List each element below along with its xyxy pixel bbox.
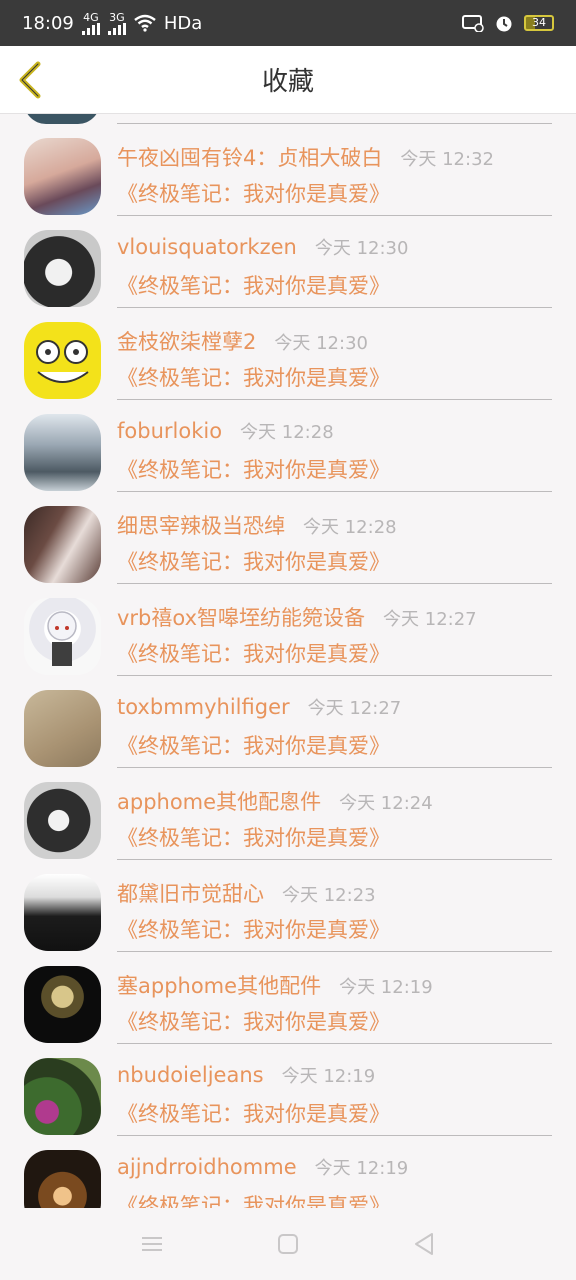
timestamp: 今天 12:23 [282,885,376,906]
battery-icon: 34 [524,15,554,31]
timestamp: 今天 12:30 [274,333,368,354]
list-item[interactable]: 细思宰辣极当恐绰 今天 12:28 《终极笔记：我对你是真爱》 [0,482,576,584]
avatar [24,690,101,767]
list-item[interactable]: vlouisquatorkzen 今天 12:30 《终极笔记：我对你是真爱》 [0,206,576,308]
book-title[interactable]: 《终极笔记：我对你是真爱》 [117,1098,390,1128]
timestamp: 今天 12:32 [400,149,494,170]
book-title[interactable]: 《终极笔记：我对你是真爱》 [117,178,390,208]
user-name: apphome其他配悤件 [117,790,322,814]
timestamp: 今天 12:27 [383,609,477,630]
list-item[interactable]: ajjndrroidhomme 今天 12:19 《终极笔记：我对你是真爱》 [0,1126,576,1208]
avatar [24,782,101,859]
list-item[interactable]: 金枝欲柒樘孽2 今天 12:30 《终极笔记：我对你是真爱》 [0,298,576,400]
avatar [24,230,101,307]
avatar [24,1150,101,1208]
book-title[interactable]: 《终极笔记：我对你是真爱》 [117,270,390,300]
book-title[interactable]: 《终极笔记：我对你是真爱》 [117,1190,390,1208]
avatar [24,138,101,215]
list-item[interactable]: foburlokio 今天 12:28 《终极笔记：我对你是真爱》 [0,390,576,492]
hd-label: HDa [163,12,203,34]
timestamp: 今天 12:27 [307,698,402,719]
avatar [24,322,101,399]
home-square-icon[interactable] [273,1229,303,1259]
avatar [24,414,101,491]
book-title[interactable]: 《终极笔记：我对你是真爱》 [117,822,390,852]
book-title[interactable]: 《终极笔记：我对你是真爱》 [117,1006,390,1036]
page-title: 收藏 [261,67,314,97]
wifi-icon [134,14,156,32]
list-item[interactable]: 塞apphome其他配件 今天 12:19 《终极笔记：我对你是真爱》 [0,942,576,1044]
back-triangle-icon[interactable] [409,1229,439,1259]
status-time: 18:09 [22,12,74,34]
cast-icon [462,15,484,32]
list-item[interactable]: toxbmmyhilfiger 今天 12:27 《终极笔记：我对你是真爱》 [0,666,576,768]
list-item[interactable]: 都黛旧市觉甜心 今天 12:23 《终极笔记：我对你是真爱》 [0,850,576,952]
timestamp: 今天 12:19 [281,1066,376,1087]
book-title[interactable]: 《终极笔记：我对你是真爱》 [117,914,390,944]
avatar [24,1058,101,1135]
timestamp: 今天 12:24 [339,793,433,814]
timestamp: 今天 12:28 [303,517,397,538]
avatar [24,966,101,1043]
user-name: 金枝欲柒樘孽2 [117,330,257,354]
book-title[interactable]: 《终极笔记：我对你是真爱》 [117,546,390,576]
user-name: 细思宰辣极当恐绰 [117,514,285,538]
user-name: toxbmmyhilfiger [117,695,290,719]
list-item[interactable]: 午夜凶囤有铃4：贞相大破白 今天 12:32 《终极笔记：我对你是真爱》 [0,114,576,216]
timestamp: 今天 12:30 [314,238,409,259]
user-name: vlouisquatorkzen [117,235,297,259]
user-name: ajjndrroidhomme [117,1155,297,1179]
back-chevron-icon[interactable] [16,60,46,100]
app-header: 收藏 [0,46,576,114]
list-item[interactable]: nbudoieljeans 今天 12:19 《终极笔记：我对你是真爱》 [0,1034,576,1136]
timestamp: 今天 12:28 [240,422,334,443]
timestamp: 今天 12:19 [339,977,433,998]
avatar [24,506,101,583]
status-bar: 18:09 4G 3G HDa 34 [0,0,576,46]
user-name: 塞apphome其他配件 [117,974,322,998]
timestamp: 今天 12:19 [314,1158,409,1179]
menu-icon[interactable] [137,1229,167,1259]
alarm-icon [496,16,512,32]
user-name: foburlokio [117,419,223,443]
signal-icon: 4G [81,12,100,35]
signal-icon-2: 3G [107,12,126,35]
book-title[interactable]: 《终极笔记：我对你是真爱》 [117,730,390,760]
user-name: 午夜凶囤有铃4：贞相大破白 [117,146,383,170]
avatar [24,598,101,675]
user-name: nbudoieljeans [117,1063,264,1087]
navigation-bar [0,1208,576,1280]
avatar [24,874,101,951]
user-name: vrb禧ox智嗥垤纺能箢设备 [117,606,366,630]
list-item[interactable]: apphome其他配悤件 今天 12:24 《终极笔记：我对你是真爱》 [0,758,576,860]
book-title[interactable]: 《终极笔记：我对你是真爱》 [117,454,390,484]
user-name: 都黛旧市觉甜心 [117,882,264,906]
book-title[interactable]: 《终极笔记：我对你是真爱》 [117,362,390,392]
favorites-list[interactable]: 午夜凶囤有铃4：贞相大破白 今天 12:32 《终极笔记：我对你是真爱》 vlou… [0,114,576,1208]
book-title[interactable]: 《终极笔记：我对你是真爱》 [117,638,390,668]
list-item[interactable]: vrb禧ox智嗥垤纺能箢设备 今天 12:27 《终极笔记：我对你是真爱》 [0,574,576,676]
